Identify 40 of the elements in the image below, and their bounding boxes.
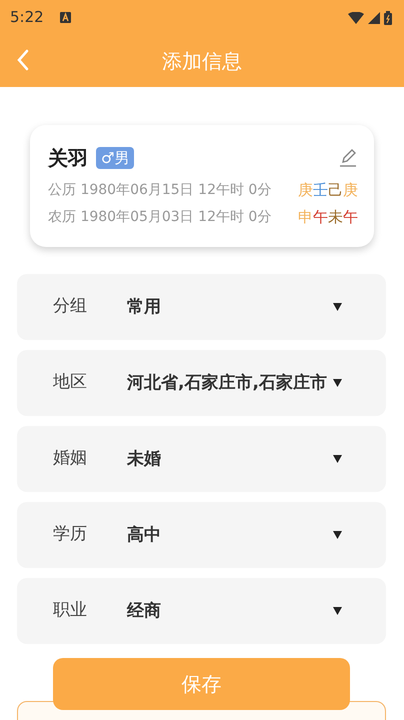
battery-icon [384, 10, 392, 24]
select-field[interactable]: 地区 河北省,石家庄市,石家庄市 [17, 350, 386, 416]
field-label: 婚姻 [53, 447, 88, 470]
pillar-character: 己 [328, 180, 343, 201]
select-field[interactable]: 婚姻 未婚 [17, 426, 386, 492]
pillar-character: 庚 [343, 180, 358, 201]
field-value: 高中 [127, 524, 162, 547]
field-label: 学历 [53, 523, 88, 546]
dropdown-caret-icon [333, 455, 342, 463]
field-value: 未婚 [127, 448, 162, 471]
pillar-character: 壬 [313, 180, 328, 201]
field-value: 常用 [127, 296, 162, 319]
status-time: 5:22 [10, 7, 44, 28]
pillar-character: 申 [298, 207, 313, 228]
wifi-icon [348, 12, 364, 24]
field-value: 经商 [127, 600, 162, 623]
select-field[interactable]: 职业 经商 [17, 578, 386, 644]
gender-tag: ♂男 [96, 146, 134, 170]
dropdown-caret-icon [333, 303, 342, 311]
page-title: 添加信息 [162, 48, 242, 75]
dropdown-caret-icon [333, 607, 342, 615]
edit-icon[interactable] [338, 148, 358, 168]
pillar-character: 午 [343, 207, 358, 228]
field-label: 分组 [53, 295, 88, 318]
select-field[interactable]: 学历 高中 [17, 502, 386, 568]
back-icon[interactable] [16, 49, 30, 71]
field-label: 职业 [53, 599, 88, 622]
field-value: 河北省,石家庄市,石家庄市 [127, 372, 327, 395]
date-text: 农历 1980年05月03日 12午时 0分 [48, 208, 272, 227]
field-label: 地区 [53, 371, 88, 394]
select-field[interactable]: 分组 常用 [17, 274, 386, 340]
pillar-character: 庚 [298, 180, 313, 201]
pillar-character: 未 [328, 207, 343, 228]
date-text: 公历 1980年06月15日 12午时 0分 [48, 181, 272, 200]
person-name: 关羽 [48, 145, 88, 172]
pillar-character: 午 [313, 207, 328, 228]
dropdown-caret-icon [333, 379, 342, 387]
dropdown-caret-icon [333, 531, 342, 539]
signal-icon [368, 12, 380, 24]
notification-icon [60, 12, 71, 23]
